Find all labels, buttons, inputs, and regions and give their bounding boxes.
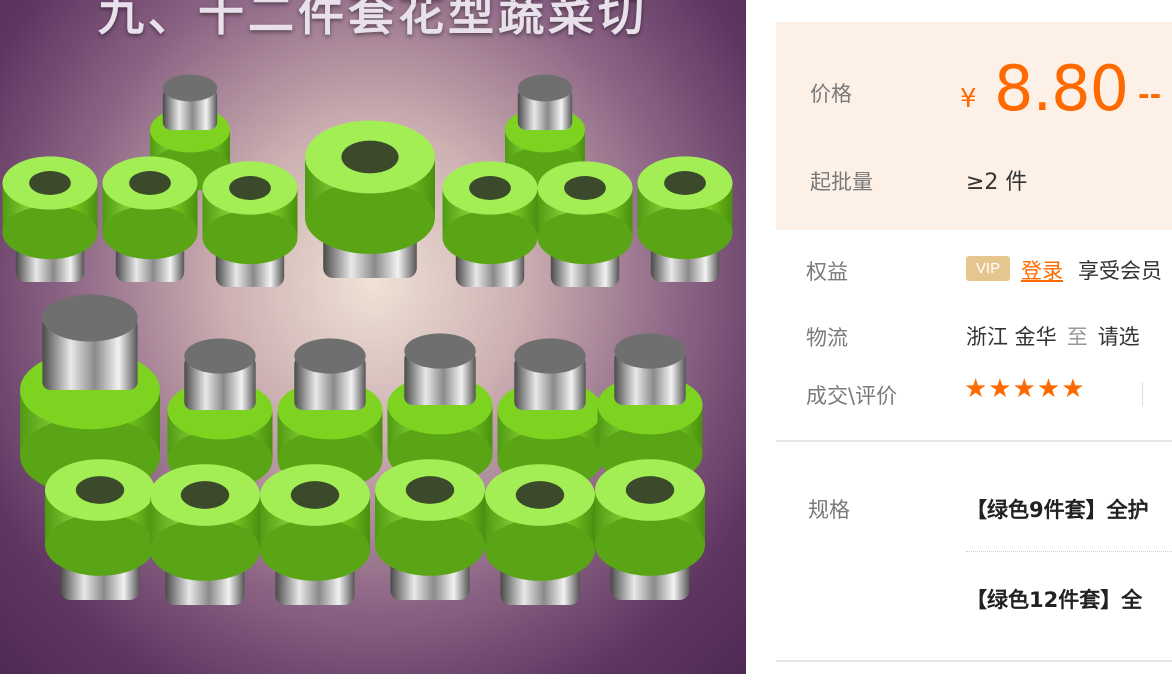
rating-stars: ★★★★★ xyxy=(964,374,1086,404)
cutter-20 xyxy=(485,464,595,605)
currency-symbol: ¥ xyxy=(960,84,977,114)
logistics-origin: 浙江 金华 xyxy=(966,325,1057,349)
cutter-8 xyxy=(537,161,633,287)
logistics-route: 浙江 金华至请选 xyxy=(966,321,1140,351)
image-caption: 九、十二件套花型蔬菜切 xyxy=(98,0,648,41)
moq-value: ≥2 件 xyxy=(966,170,1028,195)
cutter-17 xyxy=(150,464,260,605)
cutter-16 xyxy=(45,459,155,600)
cutter-21 xyxy=(595,459,705,600)
product-detail-page: 九、十二件套花型蔬菜切 价格 ¥ 8.80 -- 起批量 ≥2 件 权益 VIP… xyxy=(0,0,1172,692)
spec-divider xyxy=(966,551,1172,552)
reviews-label: 成交\评价 xyxy=(806,384,898,408)
specs-label: 规格 xyxy=(808,498,850,522)
logistics-destination-select[interactable]: 请选 xyxy=(1098,325,1140,349)
section-divider xyxy=(776,440,1172,442)
cutter-18 xyxy=(260,464,370,605)
login-link[interactable]: 登录 xyxy=(1021,255,1063,285)
vegetable-cutters-illustration xyxy=(2,74,733,605)
cutter-6 xyxy=(305,120,435,278)
cutter-5 xyxy=(202,161,298,287)
spec-option-9pc[interactable]: 【绿色9件套】全护 xyxy=(966,494,1149,524)
benefit-text: 享受会员 xyxy=(1078,259,1162,283)
cutter-9 xyxy=(637,156,733,282)
cutter-3 xyxy=(2,156,98,282)
price-value: 8.80 xyxy=(994,52,1129,125)
logistics-label: 物流 xyxy=(806,326,848,350)
moq-label: 起批量 xyxy=(810,170,873,194)
product-image[interactable]: 九、十二件套花型蔬菜切 xyxy=(0,0,746,674)
price-range-dash: -- xyxy=(1138,78,1162,111)
bottom-divider xyxy=(776,660,1172,662)
cutter-7 xyxy=(442,161,538,287)
spec-option-12pc[interactable]: 【绿色12件套】全 xyxy=(966,584,1142,614)
vip-badge: VIP xyxy=(966,256,1010,281)
logistics-to: 至 xyxy=(1066,325,1088,349)
reviews-separator xyxy=(1142,382,1143,406)
benefits-label: 权益 xyxy=(806,260,848,284)
cutter-4 xyxy=(102,156,198,282)
cutter-19 xyxy=(375,459,485,600)
price-label: 价格 xyxy=(810,82,852,106)
